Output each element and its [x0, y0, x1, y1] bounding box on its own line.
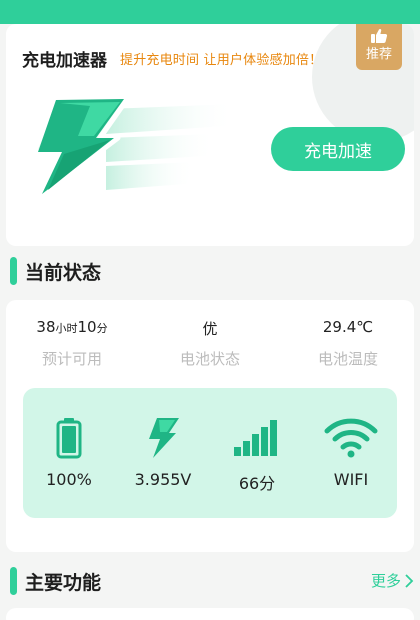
battery-status-label: 电池状态 — [179, 350, 240, 368]
signal-score-metric: 66分 — [217, 416, 297, 494]
battery-level-value: 100% — [46, 470, 92, 489]
battery-status-value: 优 — [202, 320, 218, 338]
thumbs-up-icon — [371, 29, 388, 43]
estimated-usage-value: 38小时10分 — [36, 318, 108, 336]
current-status-header: 当前状态 — [10, 256, 101, 286]
voltage-metric: 3.955V — [123, 416, 203, 489]
lightning-bolt-icon — [31, 95, 130, 201]
chevron-right-icon — [405, 573, 414, 588]
voltage-value: 3.955V — [134, 470, 192, 489]
hero-subtitle: 提升充电时间 让用户体验感加倍！ — [120, 53, 323, 68]
section-accent-bar — [10, 257, 17, 285]
battery-temperature-stat: 29.4℃ 电池温度 — [288, 318, 408, 369]
main-functions-header: 主要功能 — [10, 566, 101, 596]
status-card: 38小时10分 预计可用 优 电池状态 29.4℃ 电池温度 100% 3.95… — [6, 300, 414, 552]
badge-label: 推荐 — [365, 47, 392, 62]
signal-bars-icon — [234, 420, 277, 456]
battery-level-metric: 100% — [29, 416, 109, 489]
more-label: 更多 — [370, 572, 401, 590]
lightning-icon — [149, 418, 179, 458]
functions-card — [6, 608, 414, 620]
battery-status-stat: 优 电池状态 — [150, 318, 270, 369]
section-accent-bar — [10, 567, 17, 595]
hero-title: 充电加速器 — [22, 51, 107, 71]
charging-accelerator-card: 充电加速器 提升充电时间 让用户体验感加倍！ 推荐 充电加速 — [6, 24, 414, 246]
current-status-title: 当前状态 — [25, 261, 102, 284]
top-accent-strip — [0, 0, 420, 24]
main-functions-title: 主要功能 — [25, 571, 102, 594]
more-link[interactable]: 更多 — [371, 570, 414, 591]
charge-accelerate-button[interactable]: 充电加速 — [271, 127, 405, 171]
network-type-metric: WIFI — [311, 416, 391, 489]
battery-temperature-label: 电池温度 — [317, 350, 378, 368]
network-type-value: WIFI — [333, 470, 369, 489]
wifi-icon — [324, 418, 378, 458]
recommend-badge: 推荐 — [356, 24, 402, 70]
battery-icon — [56, 418, 82, 459]
estimated-usage-stat: 38小时10分 预计可用 — [12, 318, 132, 369]
signal-score-value: 66分 — [238, 474, 276, 493]
estimated-usage-label: 预计可用 — [41, 350, 102, 368]
metrics-panel: 100% 3.955V 66分 WIFI — [23, 388, 397, 518]
battery-temperature-value: 29.4℃ — [322, 318, 374, 336]
